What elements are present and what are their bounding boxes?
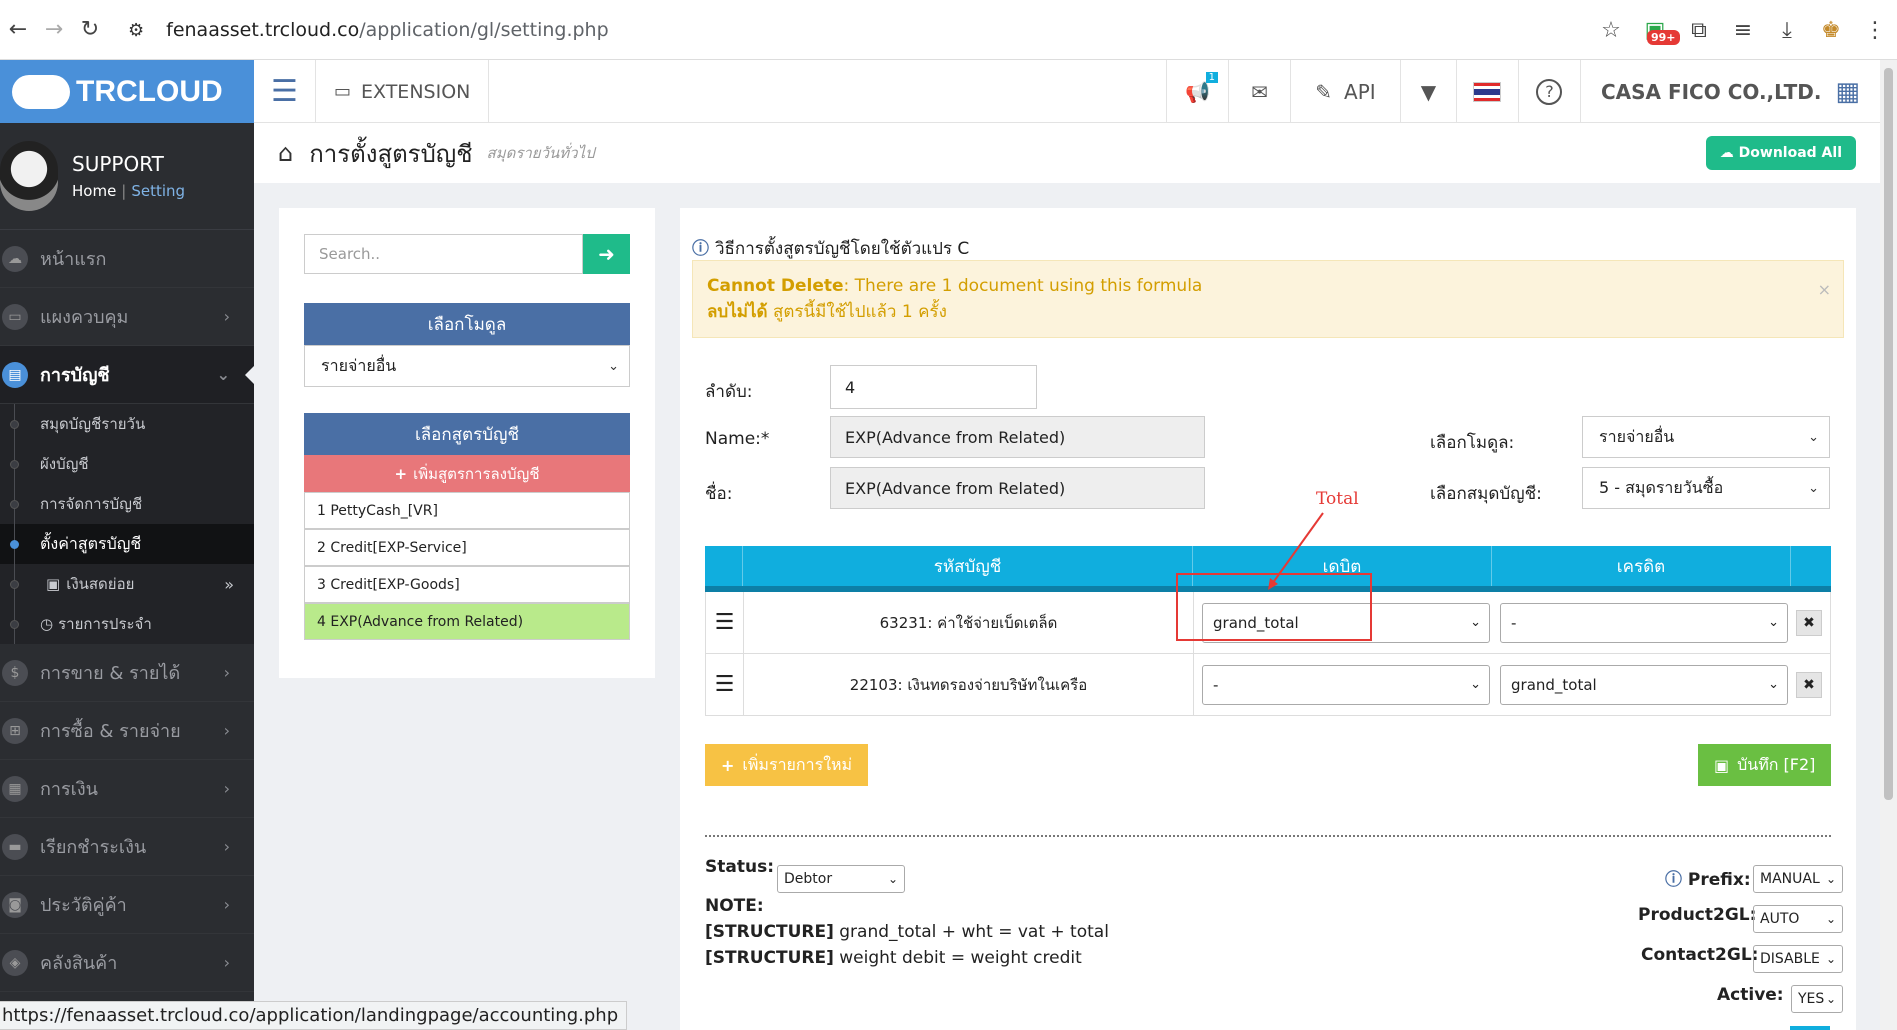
link-status-bar: https://fenaasset.trcloud.co/application… bbox=[0, 1001, 628, 1030]
scrollbar-thumb[interactable] bbox=[1884, 68, 1893, 800]
page-scrollbar[interactable] bbox=[1880, 60, 1897, 1030]
annotation-arrow bbox=[1268, 512, 1324, 590]
